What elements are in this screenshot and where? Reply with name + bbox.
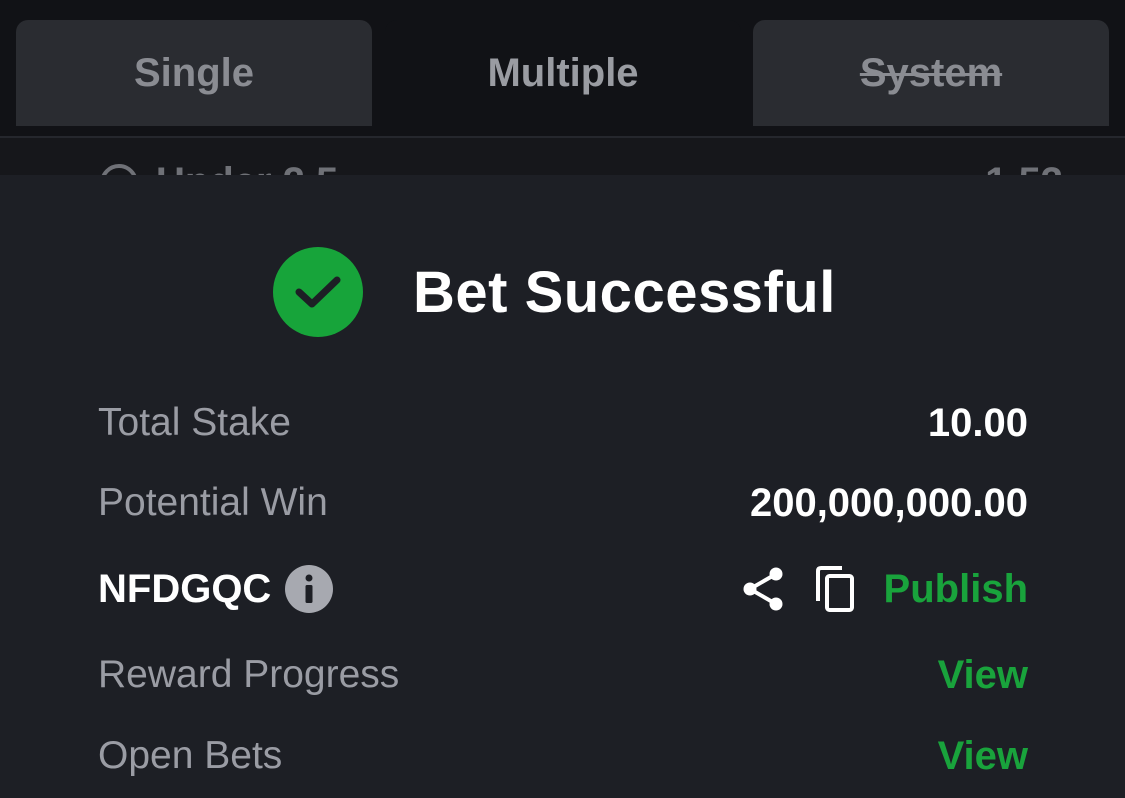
info-icon[interactable] [285,565,334,613]
potential-win-label: Potential Win [98,481,328,524]
bet-success-sheet: Bet Successful Total Stake 10.00 Potenti… [0,175,1125,798]
tab-system-label: System [859,50,1003,95]
check-circle-icon [273,247,363,337]
reward-progress-label: Reward Progress [98,653,400,696]
success-title: Bet Successful [413,259,836,325]
tab-single[interactable]: Single [16,20,372,126]
open-bets-label: Open Bets [98,734,283,777]
booking-code-actions: Publish [740,564,1028,614]
publish-link[interactable]: Publish [884,567,1028,612]
share-icon[interactable] [740,564,786,614]
copy-icon[interactable] [812,564,858,614]
tab-multiple[interactable]: Multiple [385,20,741,126]
reward-progress-view-link[interactable]: View [938,653,1028,698]
open-bets-view-link[interactable]: View [938,734,1028,779]
tab-multiple-label: Multiple [487,50,639,95]
total-stake-label: Total Stake [98,401,291,444]
total-stake-value: 10.00 [927,400,1028,445]
booking-code: NFDGQC [98,566,272,611]
potential-win-row: Potential Win 200,000,000.00 [98,473,1028,533]
background-selection-row: Under 2.5 1.53 [0,138,1125,178]
potential-win-value: 200,000,000.00 [749,480,1028,525]
reward-progress-row: Reward Progress View [98,645,1028,705]
bet-type-tabs: Single Multiple System [0,0,1125,138]
booking-code-row: NFDGQC Publish [98,559,1028,619]
success-header: Bet Successful [273,247,836,337]
booking-code-group: NFDGQC [98,565,334,613]
total-stake-row: Total Stake 10.00 [98,393,1028,453]
open-bets-row: Open Bets View [98,726,1028,786]
tab-system[interactable]: System [753,20,1109,126]
tab-single-label: Single [133,50,255,95]
